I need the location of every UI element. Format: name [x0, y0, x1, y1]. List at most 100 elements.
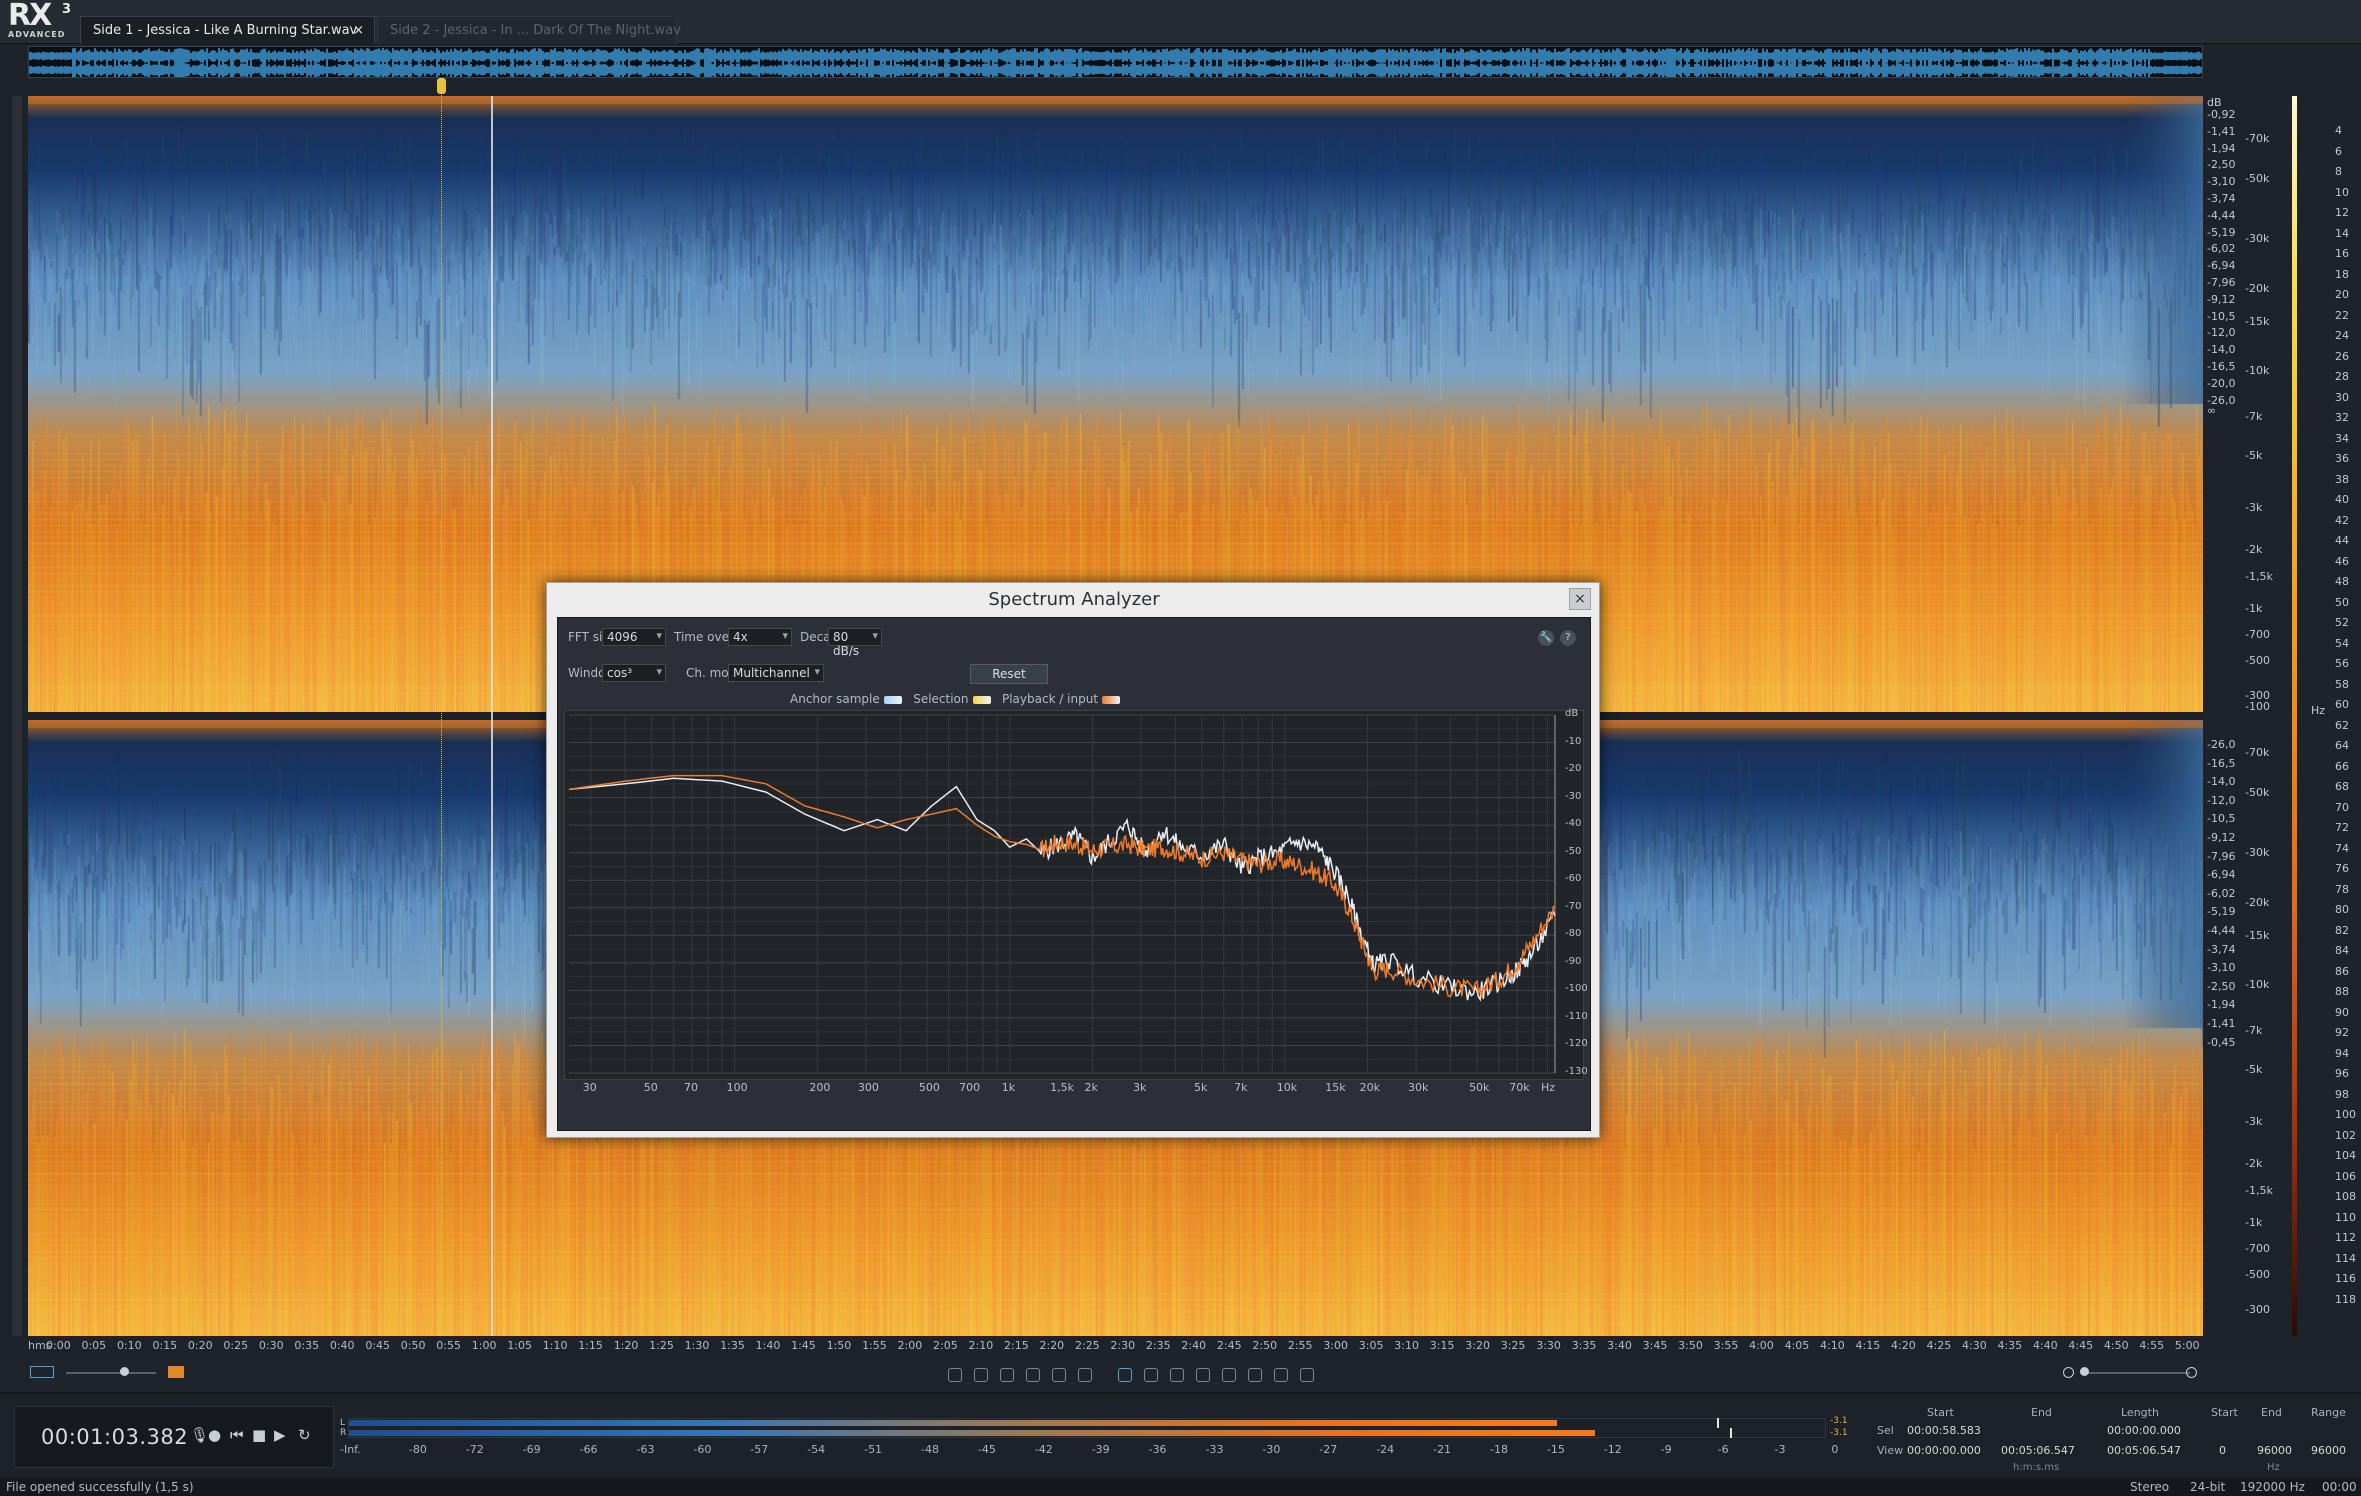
waveform-view-icon[interactable]: [30, 1366, 54, 1378]
db-scale-label: -26,0: [2207, 738, 2236, 751]
time-tick-label: 2:05: [933, 1339, 958, 1352]
help-icon[interactable]: ?: [1560, 630, 1576, 646]
color-map-label: 82: [2335, 923, 2349, 937]
status-time: 00:00: [2322, 1480, 2357, 1494]
record-button[interactable]: ●: [208, 1426, 221, 1444]
zoom-selection-icon[interactable]: [1026, 1368, 1040, 1382]
brush-tool-icon[interactable]: [1222, 1368, 1236, 1382]
view-length-field[interactable]: 00:05:06.547: [2107, 1444, 2181, 1457]
zoom-in-icon[interactable]: [2186, 1367, 2197, 1378]
zoom-tool-icon[interactable]: [1274, 1368, 1288, 1382]
db-scale-label: -10,5: [2207, 309, 2236, 323]
sel-length-field[interactable]: 00:00:00.000: [2107, 1424, 2181, 1437]
tab-close-icon[interactable]: ×: [353, 23, 364, 38]
legend-anchor-swatch[interactable]: [883, 695, 902, 704]
meter-right-label: R: [340, 1428, 347, 1438]
ch-mode-select[interactable]: Multichannel ▾: [728, 664, 824, 682]
chevron-down-icon: ▾: [814, 665, 820, 678]
time-tick-label: 1:05: [507, 1339, 532, 1352]
view-blend-slider-thumb[interactable]: [120, 1367, 129, 1376]
loop-button[interactable]: ↻: [298, 1426, 311, 1444]
time-tick-label: 0:45: [365, 1339, 391, 1352]
stop-button[interactable]: ■: [252, 1426, 266, 1444]
lasso-tool-icon[interactable]: [1196, 1368, 1210, 1382]
color-map-label: 38: [2335, 472, 2349, 486]
time-overlap-select[interactable]: 4x ▾: [728, 628, 792, 646]
view-start-field[interactable]: 00:00:00.000: [1907, 1444, 1981, 1457]
db-scale-label: -1,94: [2207, 141, 2236, 155]
freq-range-field[interactable]: 96000: [2311, 1444, 2346, 1457]
magic-wand-icon[interactable]: [1248, 1368, 1262, 1382]
time-tick-label: 3:40: [1607, 1339, 1632, 1352]
zoom-slider-thumb[interactable]: [2080, 1367, 2089, 1376]
time-tick-label: 3:15: [1429, 1339, 1455, 1352]
legend-selection-swatch[interactable]: [972, 695, 991, 704]
tab-side-2[interactable]: Side 2 - Jessica - In ... Dark Of The Ni…: [377, 16, 681, 44]
hz-scale-label: -500: [2245, 1268, 2270, 1281]
zoom-slider[interactable]: [2080, 1372, 2190, 1374]
color-map-label: 58: [2335, 677, 2349, 691]
time-ruler[interactable]: hms 0:00 0:05 0:10 0:15 0:20 0:25 0:30 0:35 0:40…: [28, 1336, 2203, 1356]
color-map-label: 52: [2335, 616, 2349, 629]
color-map-label: 118: [2335, 1292, 2356, 1306]
hz-scale-label: -30k: [2245, 846, 2270, 859]
waveform-overview[interactable]: [28, 46, 2203, 78]
zoom-in-time-icon[interactable]: [948, 1368, 962, 1382]
db-scale-label: -3,10: [2207, 175, 2236, 189]
y-tick-label: -10: [1565, 735, 1582, 747]
meter-scale-label: -60: [693, 1443, 712, 1456]
zoom-out-freq-icon[interactable]: [1078, 1368, 1092, 1382]
spectrum-plot[interactable]: 30 50 70 100 200 300 500 700 1k 1,5k 2k 3k 5k 7k 10k 15…: [564, 708, 1588, 1094]
freq-end-field[interactable]: 96000: [2257, 1444, 2292, 1457]
status-bit-depth: 24-bit: [2190, 1480, 2226, 1494]
meter-left-label: L: [340, 1418, 346, 1428]
zoom-in-freq-icon[interactable]: [1052, 1368, 1066, 1382]
tab-side-1[interactable]: Side 1 - Jessica - Like A Burning Star.w…: [80, 16, 375, 44]
meter-scale-label: -80: [408, 1443, 427, 1456]
freq-start-field[interactable]: 0: [2219, 1444, 2226, 1457]
dialog-body: FFT size 4096 ▾ Time overlap 4x ▾ Decay 80…: [557, 617, 1591, 1131]
color-map-label: 94: [2335, 1046, 2349, 1060]
view-end-field[interactable]: 00:05:06.547: [2001, 1444, 2075, 1457]
zoom-out-time-icon[interactable]: [974, 1368, 988, 1382]
hz-scale-label: -10k: [2245, 978, 2270, 991]
play-button[interactable]: ▶: [274, 1426, 286, 1444]
zoom-out-icon[interactable]: [2063, 1367, 2074, 1378]
status-bar: File opened successfully (1,5 s) Stereo …: [0, 1478, 2361, 1496]
time-tick-label: 1:30: [684, 1339, 710, 1352]
db-scale-label: -5,19: [2207, 225, 2236, 239]
window-select[interactable]: cos³ ▾: [602, 664, 666, 682]
rewind-button[interactable]: ⏮: [230, 1426, 244, 1444]
playhead-cursor[interactable]: [491, 96, 494, 1336]
freq-selection-tool-icon[interactable]: [1170, 1368, 1184, 1382]
fft-size-select[interactable]: 4096 ▾: [602, 628, 666, 646]
db-scale-label: -4,44: [2207, 924, 2236, 937]
dialog-close-icon[interactable]: ×: [1569, 588, 1591, 610]
view-blend-slider[interactable]: [66, 1372, 156, 1374]
x-tick-label: 70: [684, 1081, 698, 1094]
x-tick-label: 50: [643, 1081, 658, 1094]
sel-start-field[interactable]: 00:00:58.583: [1907, 1424, 1981, 1437]
legend-playback-swatch[interactable]: [1102, 695, 1121, 704]
selection-marker-handle[interactable]: [437, 78, 446, 94]
meter-scale-label: -36: [1148, 1443, 1167, 1456]
meter-peak-hold-left: [1717, 1418, 1719, 1428]
time-freq-selection-tool-icon[interactable]: [1144, 1368, 1158, 1382]
time-tick-label: 1:25: [649, 1339, 674, 1352]
db-scale-label: -3,74: [2207, 942, 2236, 956]
decay-select[interactable]: 80 dB/s ▾: [828, 628, 882, 658]
color-map-label: 46: [2335, 554, 2349, 568]
spectrogram-view-icon[interactable]: [168, 1366, 184, 1378]
rx-logo: RX 3 ADVANCED: [6, 0, 78, 42]
time-selection-tool-icon[interactable]: [1118, 1368, 1132, 1382]
settings-wrench-icon[interactable]: 🔧: [1538, 630, 1554, 646]
reset-button[interactable]: Reset: [970, 664, 1048, 684]
color-map-label: 84: [2335, 944, 2349, 957]
hand-tool-icon[interactable]: [1300, 1368, 1314, 1382]
monitor-input-icon[interactable]: 🎙: [190, 1426, 209, 1444]
chevron-down-icon: ▾: [872, 629, 878, 642]
meter-scale-label: 0: [1831, 1443, 1839, 1456]
hz-scale-label: -3k: [2245, 501, 2263, 514]
color-map-label: 18: [2335, 267, 2349, 281]
zoom-fit-icon[interactable]: [1000, 1368, 1014, 1382]
